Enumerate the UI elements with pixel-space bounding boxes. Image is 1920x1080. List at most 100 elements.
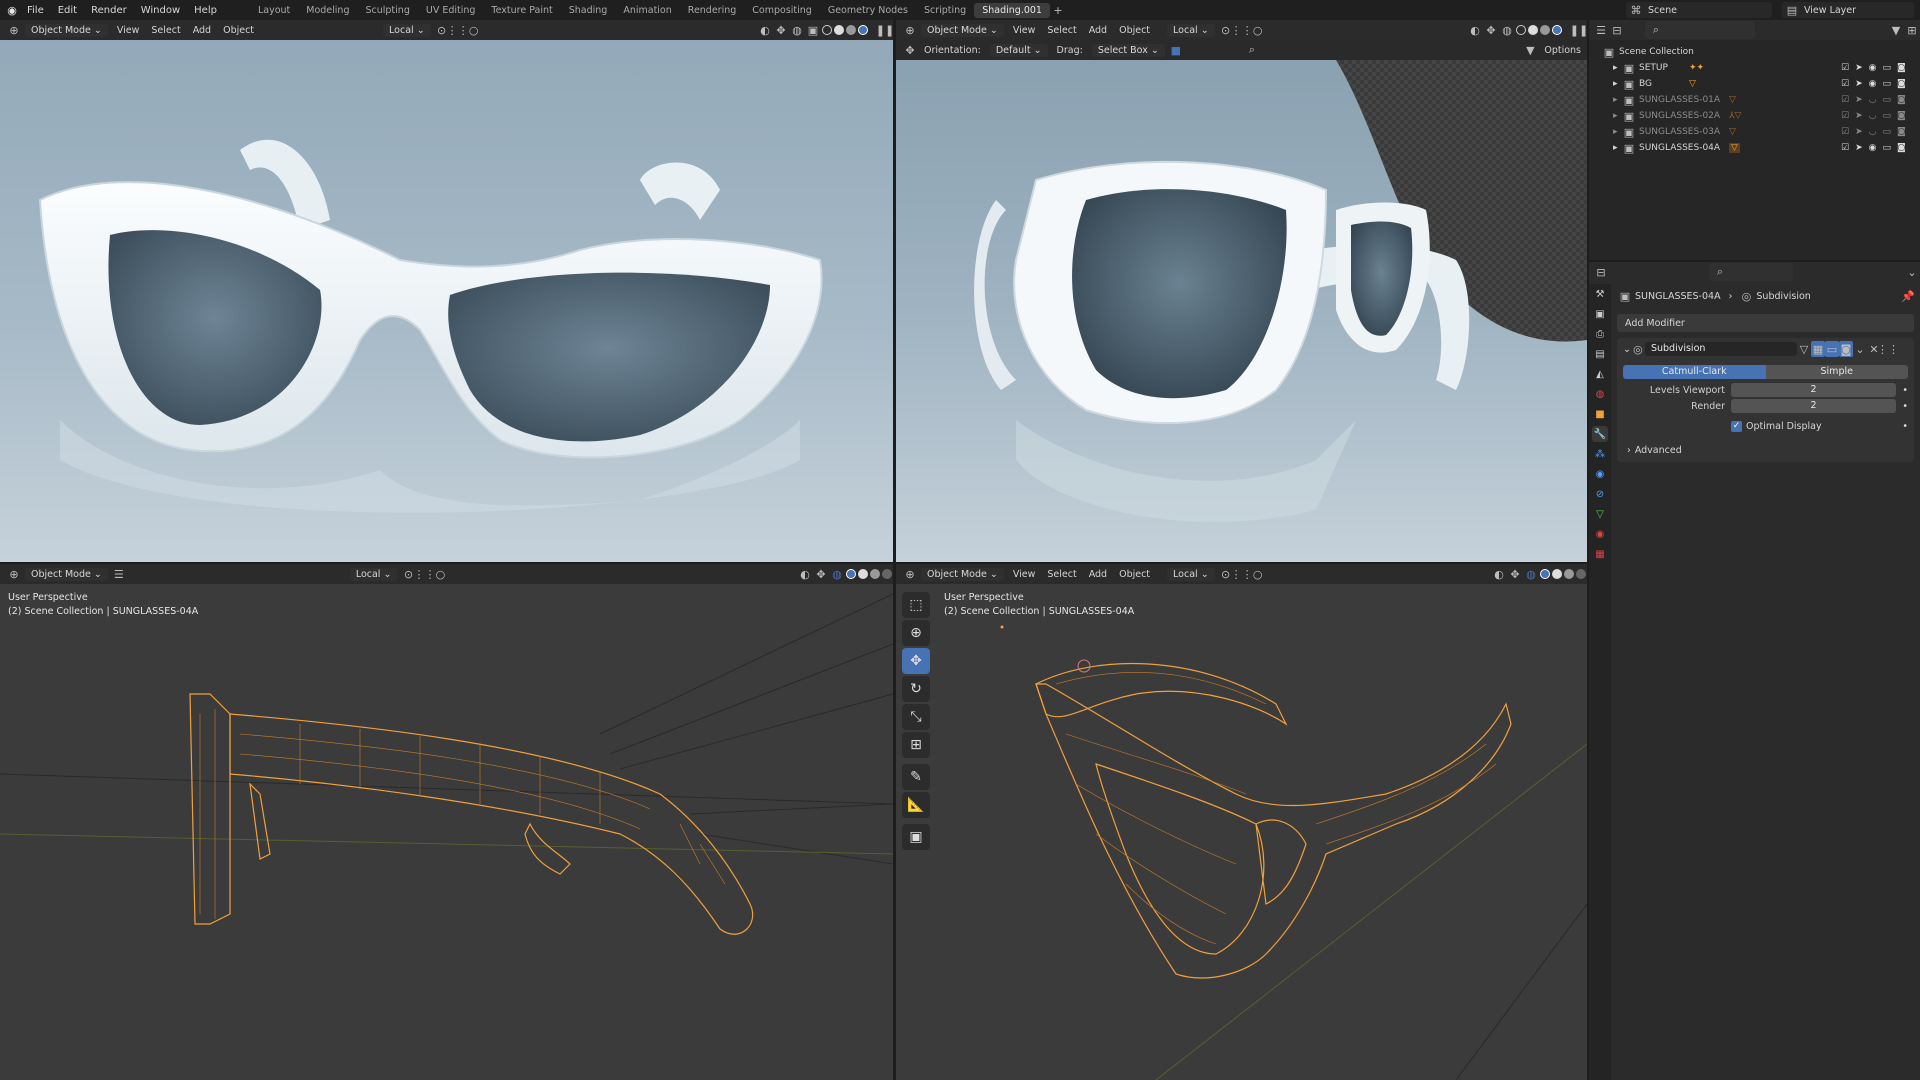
menu-object[interactable]: Object [1113, 569, 1156, 580]
pivot-dropdown[interactable]: Local ⌄ [1167, 567, 1215, 581]
blender-logo-icon[interactable]: ◉ [4, 2, 20, 18]
proportional-icon[interactable]: ○ [466, 22, 482, 38]
gizmo-icon[interactable]: ✥ [1483, 22, 1499, 38]
checkbox-icon[interactable]: ☑ [1841, 127, 1849, 137]
scene-tab-icon[interactable]: ◭ [1592, 366, 1608, 382]
menu-add[interactable]: Add [1083, 25, 1113, 36]
viewport-toggle-icon[interactable]: ▭ [1824, 341, 1839, 357]
tool-tab-icon[interactable]: ⚒ [1592, 286, 1608, 302]
modifier-tab-icon[interactable]: 🔧 [1592, 426, 1608, 442]
tab-modeling[interactable]: Modeling [298, 5, 357, 16]
mode-dropdown[interactable]: Object Mode ⌄ [921, 567, 1004, 581]
add-workspace-icon[interactable]: + [1050, 2, 1066, 18]
expand-arrow-icon[interactable]: ▸ [1613, 79, 1623, 89]
overlay-icon[interactable]: ◍ [1523, 566, 1539, 582]
eye-closed-icon[interactable]: ◡ [1869, 95, 1877, 105]
menu-add[interactable]: Add [187, 25, 217, 36]
tab-animation[interactable]: Animation [615, 5, 679, 16]
proportional-icon[interactable]: ○ [432, 566, 448, 582]
eye-icon[interactable]: ◉ [1869, 143, 1877, 153]
solid-shading-icon[interactable] [834, 25, 844, 35]
scene-selector[interactable]: ⌘ Scene [1626, 2, 1772, 18]
monitor-icon[interactable]: ▭ [1882, 127, 1891, 137]
catmull-clark-button[interactable]: Catmull-Clark [1623, 364, 1766, 379]
monitor-icon[interactable]: ▭ [1882, 95, 1891, 105]
tab-shading-001[interactable]: Shading.001 [974, 2, 1050, 18]
select-icon[interactable]: ➤ [1855, 95, 1863, 105]
add-cube-tool[interactable]: ▣ [902, 824, 930, 850]
eye-icon[interactable]: ◉ [1869, 63, 1877, 73]
visibility-icon[interactable]: ◐ [1491, 566, 1507, 582]
grid-snap-icon[interactable]: ⋮⋮ [447, 22, 469, 38]
monitor-icon[interactable]: ▭ [1882, 143, 1891, 153]
collapse-arrow-icon[interactable]: ⌄ [1623, 344, 1631, 355]
menu-help[interactable]: Help [187, 5, 224, 16]
editor-type-icon[interactable]: ⊕ [6, 22, 22, 38]
tab-scripting[interactable]: Scripting [916, 5, 974, 16]
wireframe-shading-icon[interactable] [822, 25, 832, 35]
viewport-wire-persp[interactable]: User Perspective (2) Scene Collection | … [896, 584, 1587, 1080]
menu-window[interactable]: Window [134, 5, 187, 16]
world-tab-icon[interactable]: ◍ [1592, 386, 1608, 402]
cursor-tool[interactable]: ⊕ [902, 620, 930, 646]
tab-sculpting[interactable]: Sculpting [357, 5, 417, 16]
modifier-name-field[interactable]: Subdivision [1644, 342, 1797, 356]
scale-tool[interactable]: ⤡ [902, 704, 930, 730]
material-shading-icon[interactable] [846, 25, 856, 35]
editor-type-icon[interactable]: ⊕ [6, 566, 22, 582]
optimal-display-checkbox[interactable]: ✓ [1731, 420, 1742, 432]
viewport-wire-side[interactable]: User Perspective (2) Scene Collection | … [0, 584, 893, 1080]
xray-icon[interactable]: ▣ [805, 22, 821, 38]
overlay-icon[interactable]: ◍ [789, 22, 805, 38]
annotate-tool[interactable]: ✎ [902, 764, 930, 790]
edit-cage-icon[interactable]: ▽ [1797, 341, 1811, 357]
rotate-tool[interactable]: ↻ [902, 676, 930, 702]
pivot-dropdown[interactable]: Local ⌄ [383, 23, 431, 37]
menu-view[interactable]: View [1007, 569, 1042, 580]
move-tool[interactable]: ✥ [902, 648, 930, 674]
material-shading-icon[interactable] [1540, 25, 1550, 35]
outliner-editor-icon[interactable]: ☰ [1593, 22, 1609, 38]
pin-icon[interactable]: 📌 [1901, 288, 1915, 304]
rendered-shading-icon[interactable] [1576, 569, 1586, 579]
display-mode-icon[interactable]: ⊟ [1609, 22, 1625, 38]
tab-geometry-nodes[interactable]: Geometry Nodes [820, 5, 916, 16]
mode-dropdown[interactable]: Object Mode ⌄ [25, 23, 108, 37]
checkbox-icon[interactable]: ☑ [1841, 111, 1849, 121]
visibility-icon[interactable]: ◐ [757, 22, 773, 38]
measure-tool[interactable]: 📐 [902, 792, 930, 818]
pause-render-icon[interactable]: ❚❚ [876, 22, 893, 38]
grid-snap-icon[interactable]: ⋮⋮ [1231, 22, 1253, 38]
monitor-icon[interactable]: ▭ [1882, 111, 1891, 121]
tab-uv-editing[interactable]: UV Editing [418, 5, 484, 16]
wireframe-shading-icon[interactable] [1540, 569, 1550, 579]
camera-icon[interactable]: ◙ [1897, 127, 1906, 137]
mode-dropdown[interactable]: Object Mode ⌄ [921, 23, 1004, 37]
view-layer-tab-icon[interactable]: ▤ [1592, 346, 1608, 362]
data-tab-icon[interactable]: ▽ [1592, 506, 1608, 522]
pivot-dropdown[interactable]: Local ⌄ [1167, 23, 1215, 37]
expand-arrow-icon[interactable]: ▸ [1613, 111, 1623, 121]
material-shading-icon[interactable] [1564, 569, 1574, 579]
outliner-search[interactable]: ⌕ [1645, 21, 1755, 39]
select-tool[interactable]: ⬚ [902, 592, 930, 618]
constraints-tab-icon[interactable]: ⊘ [1592, 486, 1608, 502]
grid-snap-icon[interactable]: ⋮⋮ [413, 566, 435, 582]
menu-edit[interactable]: Edit [51, 5, 84, 16]
rendered-shading-icon[interactable] [858, 25, 868, 35]
move-tool-icon[interactable]: ✥ [902, 42, 918, 58]
editor-type-icon[interactable]: ⊕ [902, 22, 918, 38]
proportional-icon[interactable]: ○ [1250, 566, 1266, 582]
expand-arrow-icon[interactable]: ▸ [1613, 143, 1623, 153]
menu-add[interactable]: Add [1083, 569, 1113, 580]
eye-closed-icon[interactable]: ◡ [1869, 111, 1877, 121]
properties-editor-icon[interactable]: ⊟ [1593, 264, 1609, 280]
levels-viewport-field[interactable]: 2 [1731, 383, 1896, 397]
gizmo-icon[interactable]: ✥ [1507, 566, 1523, 582]
checkbox-icon[interactable]: ☑ [1841, 63, 1849, 73]
wireframe-shading-icon[interactable] [1516, 25, 1526, 35]
solid-shading-icon[interactable] [858, 569, 868, 579]
keyframe-dot-icon[interactable]: • [1896, 385, 1908, 396]
pivot-dropdown[interactable]: Local ⌄ [349, 567, 398, 581]
drag-dropdown[interactable]: Select Box ⌄ [1091, 43, 1165, 57]
